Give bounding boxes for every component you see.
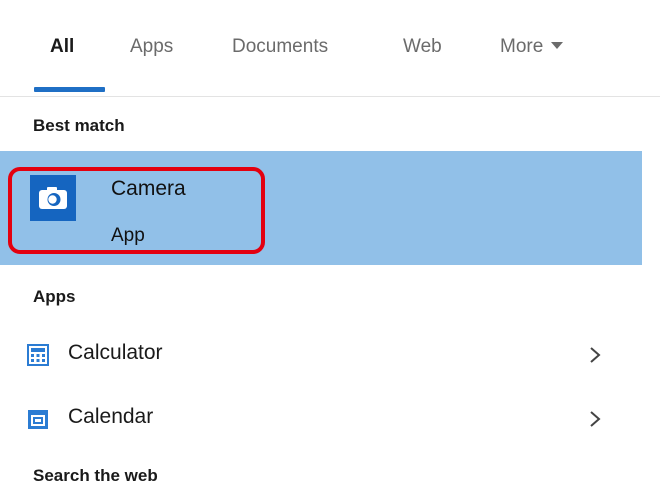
tab-more[interactable]: More: [500, 36, 564, 58]
search-the-web-header: Search the web: [33, 466, 158, 485]
app-label-calendar: Calendar: [68, 405, 154, 428]
result-type: App: [111, 225, 145, 246]
apps-header: Apps: [33, 287, 76, 306]
app-label-calculator: Calculator: [68, 341, 163, 364]
camera-icon: [30, 175, 76, 221]
calculator-icon: [27, 344, 49, 366]
chevron-right-icon[interactable]: [588, 409, 602, 429]
calendar-icon: [28, 410, 48, 429]
best-match-result-camera[interactable]: Camera App: [0, 151, 642, 265]
tabs-divider: [0, 96, 660, 97]
tab-documents[interactable]: Documents: [232, 36, 328, 58]
chevron-right-icon[interactable]: [588, 345, 602, 365]
search-filter-tabs: All Apps Documents Web More: [0, 0, 660, 96]
tab-all[interactable]: All: [50, 36, 74, 58]
caret-down-icon: [551, 42, 564, 49]
result-title: Camera: [111, 177, 186, 200]
app-result-calculator[interactable]: Calculator: [0, 325, 642, 383]
tab-more-label: More: [500, 36, 544, 57]
app-result-calendar[interactable]: Calendar: [0, 389, 642, 447]
tab-apps[interactable]: Apps: [130, 36, 173, 58]
best-match-header: Best match: [33, 116, 125, 135]
tab-web[interactable]: Web: [403, 36, 442, 58]
active-tab-indicator: [34, 87, 105, 92]
